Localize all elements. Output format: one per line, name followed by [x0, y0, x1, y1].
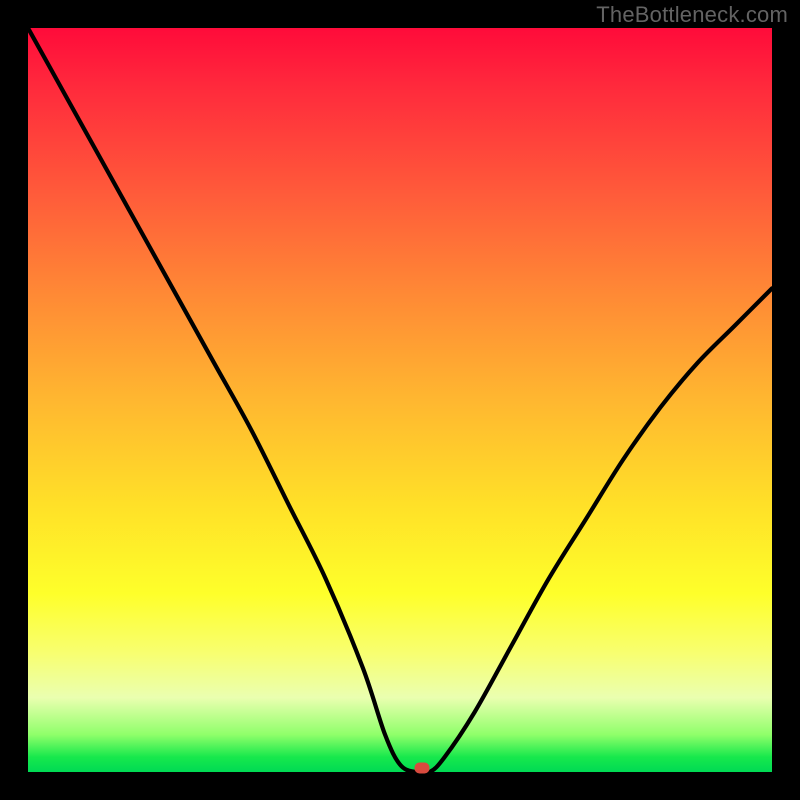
site-watermark: TheBottleneck.com: [596, 2, 788, 28]
bottleneck-curve: [28, 28, 772, 772]
plot-area: [28, 28, 772, 772]
chart-frame: TheBottleneck.com: [0, 0, 800, 800]
minimum-marker: [415, 763, 430, 774]
